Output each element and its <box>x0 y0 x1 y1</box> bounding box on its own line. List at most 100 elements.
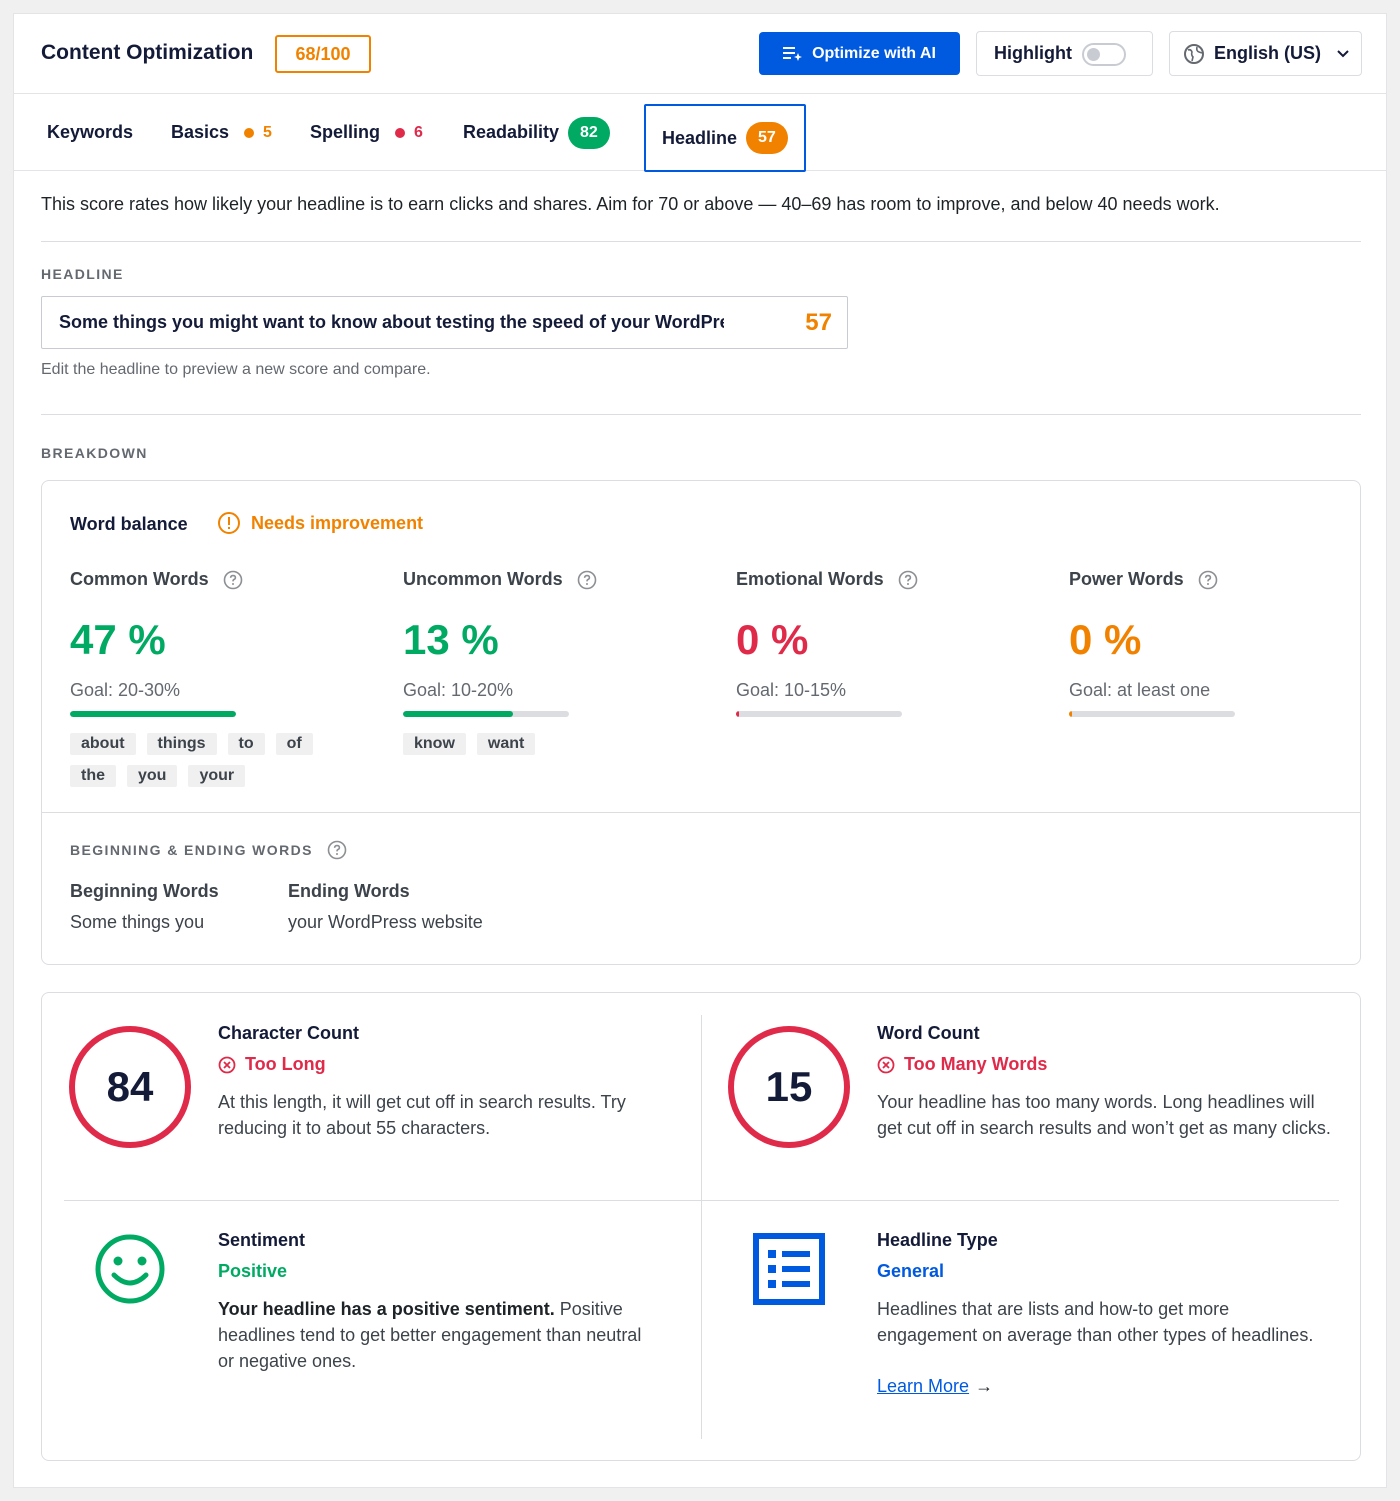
stat-status: Positive <box>218 1261 658 1282</box>
ending-words: Ending Words your WordPress website <box>288 881 483 933</box>
tab-bar: Keywords Basics 5 Spelling 6 Readability… <box>14 94 1386 172</box>
divider <box>41 414 1361 415</box>
help-icon[interactable] <box>577 570 597 590</box>
word-chips: about things to of the you your <box>70 733 330 787</box>
ending-words-value: your WordPress website <box>288 912 483 932</box>
warning-dot <box>244 127 255 138</box>
metric-title: Power Words <box>1069 569 1184 589</box>
word-count-stat: Word Count Too Many Words Your headline … <box>877 1023 1337 1141</box>
tab-spelling[interactable]: Spelling 6 <box>310 94 423 171</box>
headline-input-score: 57 <box>805 308 832 336</box>
word-chip: the <box>70 765 116 787</box>
stat-title: Word Count <box>877 1023 980 1043</box>
help-icon[interactable] <box>223 570 243 590</box>
help-icon[interactable] <box>898 570 918 590</box>
headline-type-stat: Headline Type General Headlines that are… <box>877 1230 1317 1397</box>
metric-progress-bar <box>736 711 902 717</box>
metric-title: Common Words <box>70 569 209 589</box>
learn-more-link[interactable]: Learn More → <box>877 1376 1317 1397</box>
word-chips: know want <box>403 733 663 755</box>
stat-description: Your headline has too many words. Long h… <box>877 1092 1331 1138</box>
issue-count: 6 <box>414 123 423 141</box>
word-chip: you <box>127 765 178 787</box>
metric-title: Uncommon Words <box>403 569 563 589</box>
metric-progress-fill <box>1069 711 1073 717</box>
metric-value: 0 % <box>736 616 809 663</box>
metric-uncommon-words: Uncommon Words 13 % Goal: 10-20% know wa… <box>403 569 703 755</box>
divider <box>41 241 1361 242</box>
x-circle-icon <box>218 1056 236 1073</box>
metric-progress-bar <box>1069 711 1235 717</box>
help-icon[interactable] <box>327 840 347 860</box>
status-text: Positive <box>218 1261 288 1281</box>
tab-label: Spelling <box>310 122 381 142</box>
score-pill: 57 <box>746 122 788 154</box>
metric-value: 47 % <box>70 616 166 663</box>
metric-emotional-words: Emotional Words 0 % Goal: 10-15% <box>736 569 1036 717</box>
tab-headline[interactable]: Headline 57 <box>644 104 806 172</box>
stat-status: Too Many Words <box>877 1054 1337 1075</box>
tab-readability[interactable]: Readability 82 <box>463 94 610 171</box>
divider <box>42 812 1360 813</box>
word-chip: know <box>403 733 466 755</box>
page-title: Content Optimization <box>41 41 254 64</box>
metric-goal: Goal: at least one <box>1069 680 1211 700</box>
header: Content Optimization 68/100 Optimize wit… <box>14 14 1386 94</box>
metric-title: Emotional Words <box>736 569 884 589</box>
status-text: Needs improvement <box>251 512 424 533</box>
metric-progress-fill <box>736 711 740 717</box>
headline-hint: Edit the headline to preview a new score… <box>41 361 431 378</box>
smiley-icon <box>95 1234 165 1304</box>
metric-progress-bar <box>70 711 236 717</box>
word-chip: about <box>70 733 136 755</box>
headline-description: This score rates how likely your headlin… <box>41 194 1220 214</box>
stat-title: Sentiment <box>218 1230 306 1250</box>
metric-progress-fill <box>403 711 513 717</box>
tab-basics[interactable]: Basics 5 <box>171 94 272 171</box>
learn-more-label[interactable]: Learn More <box>877 1376 969 1397</box>
optimize-ai-icon <box>783 46 803 61</box>
word-chip: your <box>188 765 246 787</box>
stat-description: At this length, it will get cut off in s… <box>218 1092 626 1138</box>
stat-status: Too Long <box>218 1054 678 1075</box>
character-count-ring: 84 <box>69 1026 191 1148</box>
divider <box>701 1015 702 1439</box>
stat-title: Headline Type <box>877 1230 998 1250</box>
highlight-toggle-control[interactable]: Highlight <box>976 31 1153 76</box>
stat-description: Headlines that are lists and how-to get … <box>877 1299 1314 1345</box>
metric-power-words: Power Words 0 % Goal: at least one <box>1069 569 1369 717</box>
metric-goal: Goal: 10-20% <box>403 680 514 700</box>
help-icon[interactable] <box>1198 570 1218 590</box>
headline-input-value[interactable]: Some things you might want to know about… <box>59 312 724 333</box>
status-text: General <box>877 1261 945 1281</box>
score-pill: 82 <box>568 116 610 149</box>
beginning-ending-title: BEGINNING & ENDING WORDS <box>70 842 313 858</box>
tab-label: Basics <box>171 122 230 142</box>
language-select[interactable]: English (US) <box>1169 31 1362 76</box>
headline-input[interactable]: Some things you might want to know about… <box>41 296 848 349</box>
content-optimization-panel: Content Optimization 68/100 Optimize wit… <box>13 13 1387 1488</box>
metric-progress-bar <box>403 711 569 717</box>
tab-keywords[interactable]: Keywords <box>47 94 133 171</box>
tab-label: Headline <box>662 127 738 148</box>
character-count-stat: Character Count Too Long At this length,… <box>218 1023 678 1141</box>
word-chip: to <box>227 733 265 755</box>
sentiment-lead: Your headline has a positive sentiment. <box>218 1299 555 1319</box>
highlight-toggle[interactable] <box>1082 43 1126 66</box>
word-chip: of <box>275 733 313 755</box>
stat-title: Character Count <box>218 1023 360 1043</box>
word-chip: want <box>476 733 536 755</box>
language-value: English (US) <box>1214 43 1321 63</box>
metric-goal: Goal: 10-15% <box>736 680 847 700</box>
optimize-with-ai-button[interactable]: Optimize with AI <box>759 32 960 75</box>
error-dot <box>395 127 406 138</box>
stat-description: Your headline has a positive sentiment. … <box>218 1296 658 1374</box>
status-text: Too Many Words <box>904 1054 1048 1074</box>
x-circle-icon <box>877 1056 895 1073</box>
optimize-with-ai-label: Optimize with AI <box>812 44 936 62</box>
word-balance-title: Word balance <box>70 514 188 534</box>
beginning-words-value: Some things you <box>70 912 205 932</box>
metric-value: 0 % <box>1069 616 1142 663</box>
headline-section-label: HEADLINE <box>41 266 124 282</box>
word-balance-card: Word balance Needs improvement Common Wo… <box>41 480 1361 965</box>
